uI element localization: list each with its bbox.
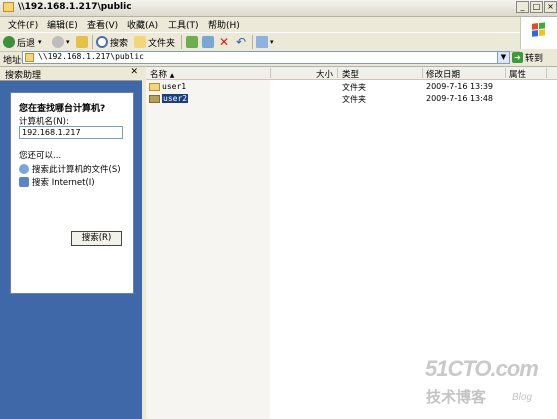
search-button[interactable]: 搜索 — [96, 35, 128, 49]
file-modified: 2009-7-16 13:39 — [426, 82, 493, 91]
go-button[interactable]: ➜ 转到 — [512, 51, 543, 64]
explorer-window: \\192.168.1.217\public _ □ × 文件(F) 编辑(E)… — [0, 0, 557, 419]
chevron-down-icon[interactable]: ▾ — [270, 38, 274, 46]
name-column-background — [146, 80, 270, 419]
folder-icon — [25, 53, 34, 62]
sort-ascending-icon: ▲ — [169, 72, 175, 79]
folders-button[interactable]: 文件夹 — [134, 35, 175, 49]
delete-x-icon: ✕ — [219, 35, 230, 49]
search-icon — [96, 36, 108, 48]
column-header-size[interactable]: 大小 — [316, 68, 333, 80]
menu-view[interactable]: 查看(V) — [87, 18, 118, 31]
search-pane: 搜索助理 ✕ 您在查找哪台计算机? 计算机名(N): 192.168.1.217… — [0, 67, 142, 419]
file-name: user1 — [162, 82, 187, 91]
search-pane-header: 搜索助理 ✕ — [0, 67, 142, 81]
column-divider[interactable] — [270, 68, 271, 78]
forward-arrow-icon — [52, 36, 64, 48]
column-divider[interactable] — [337, 68, 338, 78]
toolbar: 后退 ▾ ▾ 搜索 文件夹 ✕ ↶ ▾ — [0, 32, 520, 52]
watermark-blog: Blog — [512, 392, 533, 403]
chevron-down-icon[interactable]: ▾ — [66, 38, 70, 46]
more-options-text: 您还可以... — [19, 151, 62, 161]
column-header-name[interactable]: 名称 ▲ — [150, 68, 174, 80]
back-button[interactable]: 后退 ▾ — [3, 35, 42, 49]
window-title: \\192.168.1.217\public — [18, 2, 132, 12]
column-divider[interactable] — [505, 68, 506, 78]
minimize-button[interactable]: _ — [516, 1, 529, 13]
search-card: 您在查找哪台计算机? 计算机名(N): 192.168.1.217 您还可以..… — [10, 92, 134, 294]
address-input[interactable]: \\192.168.1.217\public ▼ — [22, 51, 510, 64]
watermark-sub: 技术博客 — [426, 388, 487, 406]
file-name: user2 — [162, 94, 189, 103]
chevron-down-icon[interactable]: ▾ — [38, 38, 42, 46]
back-arrow-icon — [3, 36, 15, 48]
search-question: 您在查找哪台计算机? — [19, 104, 106, 114]
computer-search-icon — [19, 164, 29, 174]
folder-icon — [149, 83, 160, 91]
watermark-site: 51CTO.com — [425, 356, 539, 381]
move-to-button[interactable] — [186, 35, 198, 49]
up-folder-icon — [76, 36, 88, 48]
forward-button[interactable]: ▾ — [52, 35, 70, 49]
column-divider[interactable] — [546, 68, 547, 78]
folder-icon — [3, 2, 14, 12]
menu-help[interactable]: 帮助(H) — [208, 18, 240, 31]
column-header-modified[interactable]: 修改日期 — [426, 68, 460, 80]
file-type: 文件夹 — [342, 83, 366, 92]
file-modified: 2009-7-16 13:48 — [426, 94, 493, 103]
go-arrow-icon: ➜ — [512, 52, 523, 63]
toolbar-divider — [181, 35, 182, 49]
maximize-button[interactable]: □ — [530, 1, 543, 13]
menu-file[interactable]: 文件(F) — [8, 18, 38, 31]
chevron-down-icon[interactable]: ▼ — [497, 52, 509, 63]
menu-edit[interactable]: 编辑(E) — [47, 18, 78, 31]
table-row[interactable]: user1 文件夹 2009-7-16 13:39 — [146, 81, 557, 93]
copy-to-icon — [202, 36, 214, 48]
address-value: \\192.168.1.217\public — [38, 52, 144, 61]
menu-bar: 文件(F) 编辑(E) 查看(V) 收藏(A) 工具(T) 帮助(H) — [0, 17, 520, 31]
menu-favorites[interactable]: 收藏(A) — [127, 18, 158, 31]
close-button[interactable]: × — [544, 1, 557, 13]
internet-search-icon — [19, 177, 29, 187]
delete-button[interactable]: ✕ — [219, 35, 229, 49]
search-files-link[interactable]: 搜索此计算机的文件(S) — [19, 163, 121, 175]
list-header: 名称 ▲ 大小 类型 修改日期 属性 — [146, 67, 557, 80]
close-icon[interactable]: ✕ — [130, 67, 138, 77]
undo-button[interactable]: ↶ — [236, 35, 246, 49]
undo-icon: ↶ — [236, 35, 247, 49]
search-internet-link[interactable]: 搜索 Internet(I) — [19, 176, 95, 188]
file-type: 文件夹 — [342, 95, 366, 104]
windows-flag-icon — [532, 22, 546, 37]
copy-to-button[interactable] — [202, 35, 214, 49]
table-row[interactable]: user2 文件夹 2009-7-16 13:48 — [146, 93, 557, 105]
toolbar-divider — [92, 35, 93, 49]
column-header-type[interactable]: 类型 — [342, 68, 359, 80]
views-icon — [256, 36, 268, 48]
title-bar: \\192.168.1.217\public _ □ × — [0, 0, 557, 17]
folders-icon — [134, 36, 146, 48]
column-header-attributes[interactable]: 属性 — [509, 68, 526, 80]
move-to-icon — [186, 36, 198, 48]
toolbar-divider — [252, 35, 253, 49]
column-divider[interactable] — [422, 68, 423, 78]
menu-tools[interactable]: 工具(T) — [168, 18, 199, 31]
computer-name-input[interactable]: 192.168.1.217 — [19, 126, 123, 139]
address-bar: 地址(D) \\192.168.1.217\public ▼ ➜ 转到 — [0, 50, 557, 67]
search-pane-title: 搜索助理 — [5, 71, 42, 81]
views-button[interactable]: ▾ — [256, 35, 274, 49]
search-submit-button[interactable]: 搜索(R) — [71, 231, 122, 246]
folder-icon — [149, 95, 160, 103]
up-folder-button[interactable] — [76, 35, 88, 49]
windows-logo — [520, 17, 557, 49]
